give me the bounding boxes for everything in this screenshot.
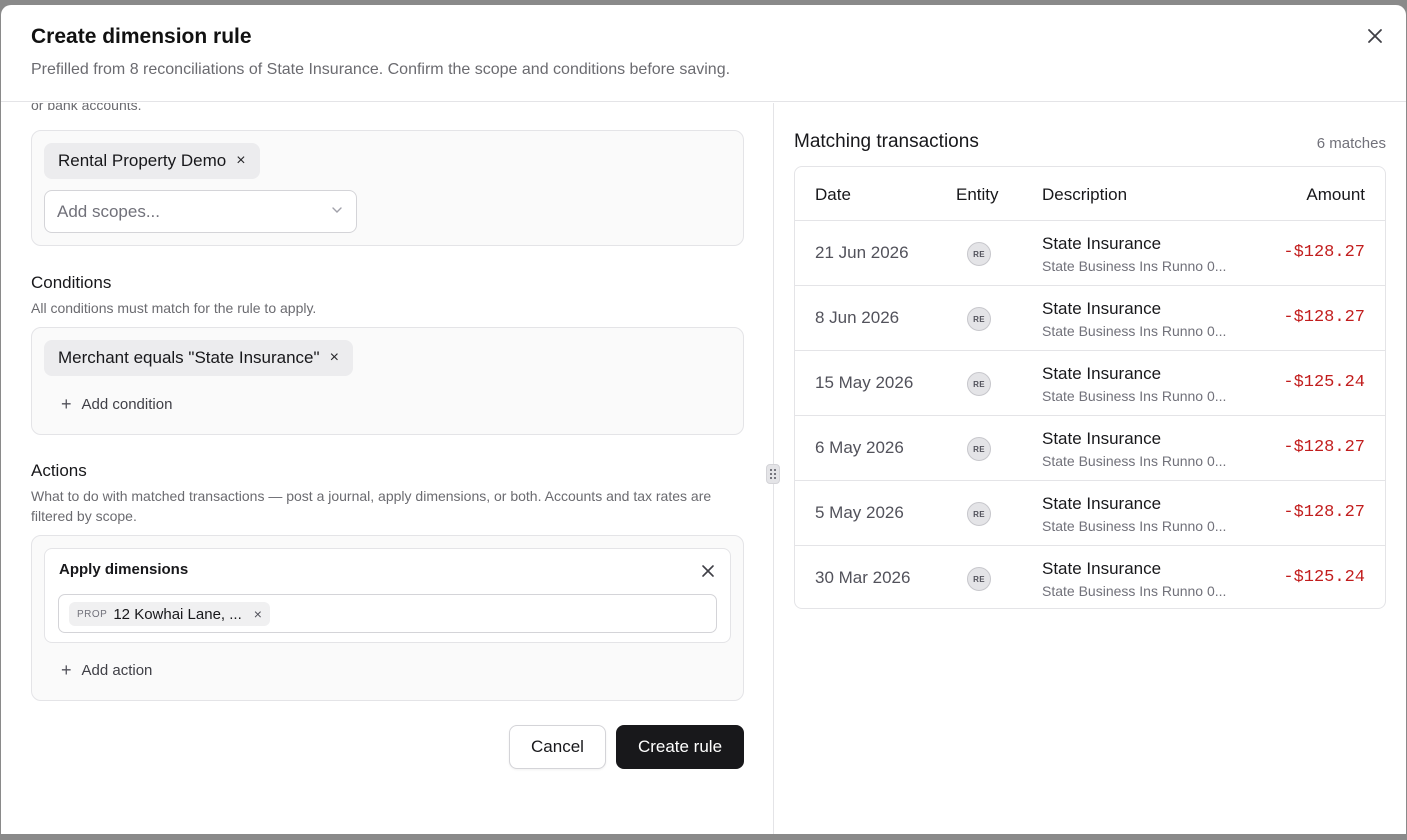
row-date: 30 Mar 2026 xyxy=(815,568,911,587)
dialog-subtitle: Prefilled from 8 reconciliations of Stat… xyxy=(31,61,731,78)
entity-avatar: RE xyxy=(967,437,991,461)
apply-dimensions-card: Apply dimensions PROP 12 Kowhai Lane, ..… xyxy=(44,548,731,643)
row-date: 8 Jun 2026 xyxy=(815,308,900,327)
actions-panel: Apply dimensions PROP 12 Kowhai Lane, ..… xyxy=(31,535,744,701)
add-action-button[interactable]: + Add action xyxy=(61,661,152,679)
dialog-title: Create dimension rule xyxy=(31,25,252,48)
entity-avatar: RE xyxy=(967,242,991,266)
row-description: State Insurance xyxy=(1042,364,1162,383)
chevron-down-icon xyxy=(330,202,344,222)
dimension-input[interactable]: PROP 12 Kowhai Lane, ... × xyxy=(58,594,717,633)
scope-help-text: or bank accounts. xyxy=(31,103,142,113)
row-amount: -$128.27 xyxy=(1283,438,1365,457)
row-amount: -$125.24 xyxy=(1283,373,1365,392)
row-description-detail: State Business Ins Runno 0... xyxy=(1042,453,1227,469)
row-date: 15 May 2026 xyxy=(815,373,914,392)
create-rule-button[interactable]: Create rule xyxy=(616,725,744,769)
row-amount: -$128.27 xyxy=(1283,308,1365,327)
matches-count: 6 matches xyxy=(1316,135,1386,152)
row-description: State Insurance xyxy=(1042,299,1162,318)
rule-form: or bank accounts. Rental Property Demo ×… xyxy=(1,103,773,834)
column-amount[interactable]: Amount xyxy=(1306,185,1365,205)
transactions-table: Date Entity Description Amount 21 Jun 20… xyxy=(794,166,1386,609)
matches-title: Matching transactions xyxy=(794,131,979,152)
row-amount: -$128.27 xyxy=(1283,243,1365,262)
row-description-detail: State Business Ins Runno 0... xyxy=(1042,518,1227,534)
scope-chip-label: Rental Property Demo xyxy=(58,151,227,170)
dialog-header: Create dimension rule Prefilled from 8 r… xyxy=(1,5,1406,102)
table-row[interactable]: 6 May 2026 RE State Insurance State Busines… xyxy=(795,416,1385,481)
table-row[interactable]: 8 Jun 2026 RE State Insurance State Busines… xyxy=(795,286,1385,351)
row-description: State Insurance xyxy=(1042,494,1162,513)
add-action-label: Add action xyxy=(81,661,153,679)
column-date[interactable]: Date xyxy=(815,185,851,205)
table-row[interactable]: 21 Jun 2026 RE State Insurance State Busine… xyxy=(795,221,1385,286)
scope-chip: Rental Property Demo × xyxy=(44,143,260,179)
remove-scope-icon[interactable]: × xyxy=(236,153,245,169)
row-description: State Insurance xyxy=(1042,234,1162,253)
row-description: State Insurance xyxy=(1042,559,1162,578)
column-description[interactable]: Description xyxy=(1042,185,1127,205)
conditions-subtitle: All conditions must match for the rule t… xyxy=(31,300,317,316)
remove-dimension-icon[interactable]: × xyxy=(254,606,262,622)
column-entity[interactable]: Entity xyxy=(956,185,999,205)
conditions-title: Conditions xyxy=(31,273,112,292)
conditions-panel: Merchant equals "State Insurance" × + Ad… xyxy=(31,327,744,435)
entity-avatar: RE xyxy=(967,307,991,331)
table-row[interactable]: 15 May 2026 RE State Insurance State Busine… xyxy=(795,351,1385,416)
entity-avatar: RE xyxy=(967,372,991,396)
entity-avatar: RE xyxy=(967,502,991,526)
create-rule-dialog: Create dimension rule Prefilled from 8 r… xyxy=(1,5,1406,834)
row-description-detail: State Business Ins Runno 0... xyxy=(1042,388,1227,404)
row-amount: -$128.27 xyxy=(1283,503,1365,522)
actions-title: Actions xyxy=(31,461,87,480)
scope-panel: Rental Property Demo × Add scopes... xyxy=(31,130,744,246)
cancel-button[interactable]: Cancel xyxy=(509,725,606,769)
add-condition-button[interactable]: + Add condition xyxy=(61,395,172,413)
condition-chip-label: Merchant equals "State Insurance" xyxy=(58,348,320,367)
plus-icon: + xyxy=(61,660,72,680)
add-condition-label: Add condition xyxy=(81,395,173,413)
row-description-detail: State Business Ins Runno 0... xyxy=(1042,323,1227,339)
apply-dimensions-title: Apply dimensions xyxy=(59,561,189,578)
row-date: 21 Jun 2026 xyxy=(815,243,909,262)
table-row[interactable]: 5 May 2026 RE State Insurance State Busines… xyxy=(795,481,1385,546)
row-description-detail: State Business Ins Runno 0... xyxy=(1042,583,1227,599)
actions-subtitle: What to do with matched transactions — p… xyxy=(31,488,712,524)
dimension-chip-label: 12 Kowhai Lane, ... xyxy=(113,605,242,623)
dimension-tag: PROP xyxy=(77,608,108,620)
table-header: Date Entity Description Amount xyxy=(795,167,1385,221)
table-row[interactable]: 30 Mar 2026 RE State Insurance State Busine… xyxy=(795,546,1385,608)
row-date: 6 May 2026 xyxy=(815,438,904,457)
row-amount: -$125.24 xyxy=(1283,568,1365,587)
row-date: 5 May 2026 xyxy=(815,503,904,522)
entity-avatar: RE xyxy=(967,567,991,591)
row-description: State Insurance xyxy=(1042,429,1162,448)
add-scopes-select[interactable]: Add scopes... xyxy=(44,190,357,233)
close-icon[interactable] xyxy=(1364,25,1386,47)
plus-icon: + xyxy=(61,394,72,414)
row-description-detail: State Business Ins Runno 0... xyxy=(1042,258,1227,274)
dimension-chip: PROP 12 Kowhai Lane, ... × xyxy=(69,602,270,626)
matching-transactions-panel: Matching transactions 6 matches Date Ent… xyxy=(774,103,1406,834)
condition-chip: Merchant equals "State Insurance" × xyxy=(44,340,353,376)
remove-condition-icon[interactable]: × xyxy=(330,350,339,366)
add-scopes-placeholder: Add scopes... xyxy=(57,201,161,221)
remove-action-icon[interactable] xyxy=(700,563,716,579)
